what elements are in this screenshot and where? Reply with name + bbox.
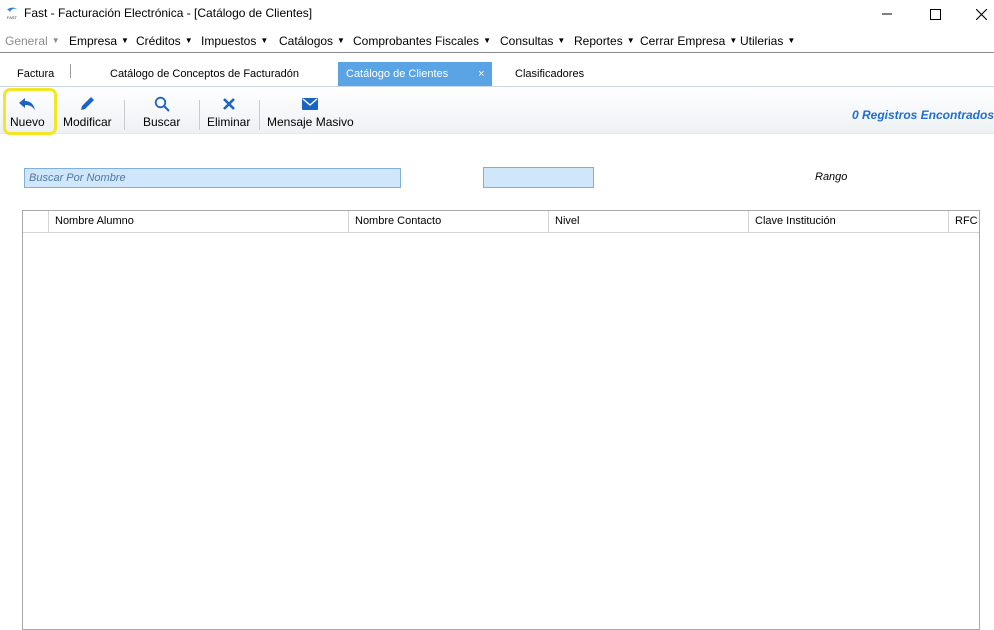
range-label: Rango [815, 171, 848, 183]
menu-utilerias[interactable]: Utilerias ▼ [740, 34, 795, 48]
delete-x-icon [222, 98, 235, 110]
caret-down-icon: ▼ [626, 36, 635, 45]
range-input[interactable] [483, 167, 594, 188]
toolbar-divider [259, 100, 260, 130]
caret-down-icon: ▼ [729, 36, 738, 45]
clients-grid[interactable]: Nombre Alumno Nombre Contacto Nivel Clav… [22, 210, 980, 630]
menu-creditos[interactable]: Créditos ▼ [136, 34, 193, 48]
menu-catalogos[interactable]: Catálogos ▼ [279, 34, 345, 48]
envelope-icon [302, 98, 319, 110]
menu-general[interactable]: General ▼ [5, 34, 60, 48]
tab-catalogo-clientes[interactable]: Catálogo de Clientes × [338, 62, 492, 86]
tab-factura[interactable]: Factura [17, 62, 54, 86]
records-count: 0 Registros Encontrados [851, 108, 994, 122]
grid-column-clave-institucion[interactable]: Clave Institución [748, 211, 948, 232]
grid-column-nombre-alumno[interactable]: Nombre Alumno [48, 211, 348, 232]
minimize-icon [882, 13, 892, 15]
maximize-icon [929, 8, 941, 20]
search-by-name-input[interactable] [24, 168, 401, 188]
toolbar-divider [124, 100, 125, 130]
grid-column-nivel[interactable]: Nivel [548, 211, 748, 232]
minimize-button[interactable] [864, 0, 910, 28]
caret-down-icon: ▼ [337, 36, 345, 45]
toolbar: Nuevo Modificar Buscar Eliminar Mensaje … [0, 87, 994, 134]
grid-column-rfc[interactable]: RFC Escuela [948, 211, 979, 232]
close-icon [975, 8, 987, 20]
tab-catalogo-conceptos[interactable]: Catálogo de Conceptos de Facturadón [110, 62, 299, 86]
menu-impuestos[interactable]: Impuestos ▼ [201, 34, 268, 48]
svg-text:FAST: FAST [7, 15, 18, 20]
maximize-button[interactable] [912, 0, 958, 28]
menu-comprobantes[interactable]: Comprobantes Fiscales ▼ [353, 34, 491, 48]
window-title: Fast - Facturación Electrónica - [Catálo… [24, 6, 313, 20]
menu-reportes[interactable]: Reportes ▼ [574, 34, 635, 48]
grid-header: Nombre Alumno Nombre Contacto Nivel Clav… [23, 211, 979, 233]
menu-consultas[interactable]: Consultas ▼ [500, 34, 565, 48]
tab-close-icon[interactable]: × [478, 68, 484, 80]
buscar-button[interactable]: Buscar [143, 95, 180, 131]
tab-divider [70, 64, 71, 78]
caret-down-icon: ▼ [184, 36, 193, 45]
tab-strip: Factura Catálogo de Conceptos de Factura… [0, 62, 994, 87]
mensaje-masivo-button[interactable]: Mensaje Masivo [267, 95, 354, 131]
close-window-button[interactable] [958, 0, 994, 28]
caret-down-icon: ▼ [483, 36, 491, 45]
search-icon [154, 96, 170, 112]
nuevo-highlight [3, 88, 57, 135]
title-bar: FAST Fast - Facturación Electrónica - [C… [0, 0, 994, 28]
caret-down-icon: ▼ [787, 36, 796, 45]
grid-column-selector[interactable] [23, 211, 48, 232]
menu-cerrar-empresa[interactable]: Cerrar Empresa ▼ [640, 34, 737, 48]
caret-down-icon: ▼ [260, 36, 269, 45]
eliminar-button[interactable]: Eliminar [207, 95, 250, 131]
caret-down-icon: ▼ [51, 36, 60, 45]
toolbar-divider [199, 100, 200, 130]
pencil-icon [81, 97, 95, 110]
caret-down-icon: ▼ [557, 36, 566, 45]
app-logo-icon: FAST [7, 7, 18, 20]
grid-column-nombre-contacto[interactable]: Nombre Contacto [348, 211, 548, 232]
menu-bar: General ▼ Empresa ▼ Créditos ▼ Impuestos ▼ C… [0, 30, 994, 53]
modificar-button[interactable]: Modificar [63, 95, 112, 131]
caret-down-icon: ▼ [121, 36, 129, 45]
menu-empresa[interactable]: Empresa ▼ [69, 34, 129, 48]
tab-clasificadores[interactable]: Clasificadores [515, 62, 584, 86]
